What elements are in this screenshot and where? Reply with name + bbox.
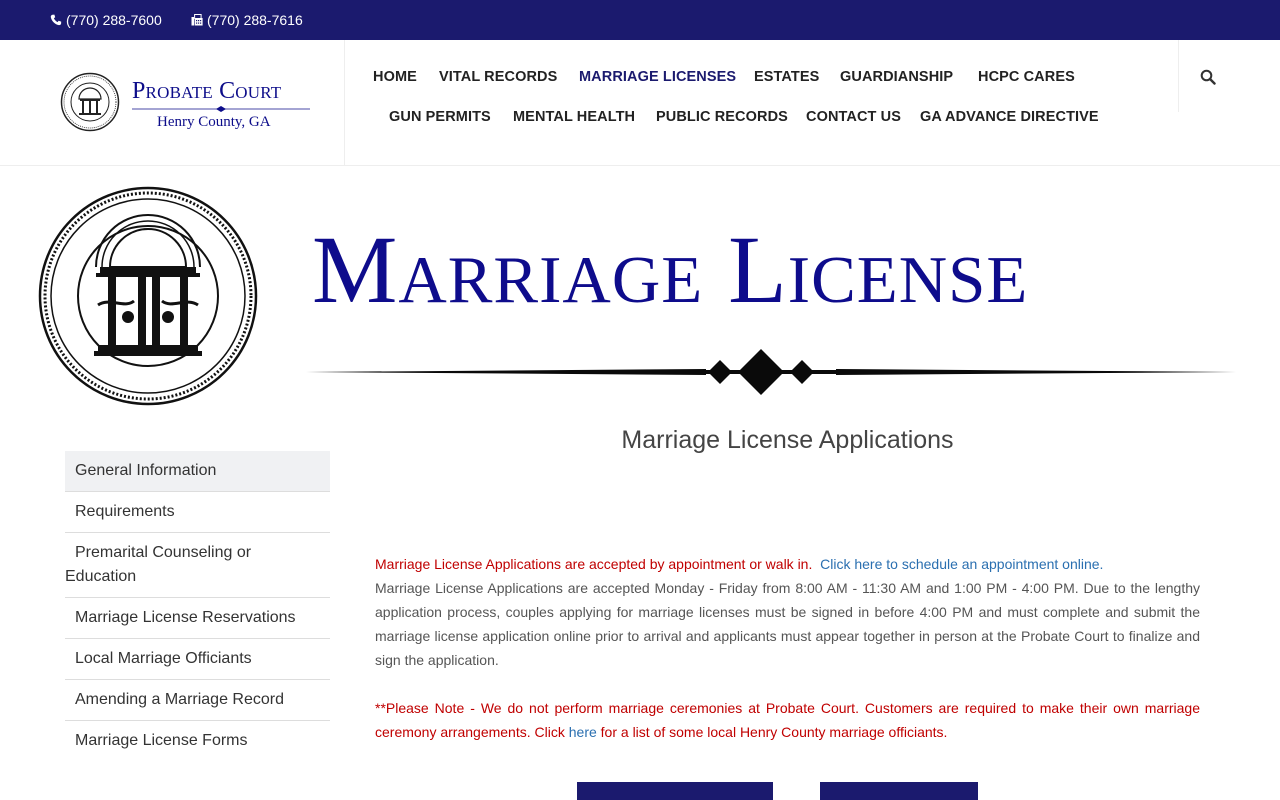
- banner-divider: [306, 349, 1236, 395]
- nav-vital-records[interactable]: VITAL RECORDS: [439, 69, 557, 85]
- nav-hcpc-cares[interactable]: HCPC CARES: [978, 69, 1075, 85]
- fax-number: (770) 288-7616: [207, 12, 303, 28]
- schedule-appointment-link[interactable]: Click here to schedule an appointment on…: [820, 556, 1103, 572]
- sidebar-item-requirements[interactable]: Requirements: [65, 492, 330, 533]
- court-seal-large-icon: [38, 186, 258, 406]
- header-divider-right: [1178, 40, 1179, 112]
- sidebar-item-license-forms[interactable]: Marriage License Forms: [65, 721, 330, 762]
- banner-title: Marriage License: [312, 216, 1029, 323]
- fax-icon: [191, 14, 203, 26]
- nav-ga-advance-directive[interactable]: GA ADVANCE DIRECTIVE: [920, 109, 1099, 125]
- site-header: Probate Court Henry County, GA HOME VITA…: [0, 40, 1280, 166]
- fax-contact[interactable]: (770) 288-7616: [191, 12, 303, 28]
- phone-number: (770) 288-7600: [66, 12, 162, 28]
- appointment-notice: Marriage License Applications are accept…: [375, 556, 813, 572]
- sidebar-item-license-reservations[interactable]: Marriage License Reservations: [65, 598, 330, 639]
- sidebar-menu: General Information Requirements Premari…: [65, 451, 330, 762]
- nav-guardianship[interactable]: GUARDIANSHIP: [840, 69, 953, 85]
- nav-gun-permits[interactable]: GUN PERMITS: [389, 109, 491, 125]
- content-heading: Marriage License Applications: [621, 426, 954, 454]
- sidebar-item-amending-record[interactable]: Amending a Marriage Record: [65, 680, 330, 721]
- nav-marriage-licenses[interactable]: MARRIAGE LICENSES: [579, 69, 736, 85]
- ceremony-note-tail: for a list of some local Henry County ma…: [596, 724, 948, 740]
- nav-public-records[interactable]: PUBLIC RECORDS: [656, 109, 788, 125]
- sidebar-item-premarital-counseling[interactable]: Premarital Counseling or Education: [65, 533, 330, 598]
- phone-icon: [50, 14, 62, 26]
- nav-contact-us[interactable]: CONTACT US: [806, 109, 901, 125]
- phone-contact[interactable]: (770) 288-7600: [50, 12, 162, 28]
- ceremony-note: **Please Note - We do not perform marria…: [375, 696, 1200, 744]
- nav-mental-health[interactable]: MENTAL HEALTH: [513, 109, 635, 125]
- action-button-left[interactable]: [577, 782, 773, 800]
- court-seal-small-icon: [60, 72, 120, 132]
- sidebar-item-local-officiants[interactable]: Local Marriage Officiants: [65, 639, 330, 680]
- logo-subtitle: Henry County, GA: [157, 114, 271, 130]
- sidebar-item-general-information[interactable]: General Information: [65, 451, 330, 492]
- logo-divider: [132, 106, 310, 112]
- nav-home[interactable]: HOME: [373, 69, 417, 85]
- logo-title: Probate Court: [132, 78, 282, 104]
- application-hours-paragraph: Marriage License Applications are accept…: [375, 580, 1200, 668]
- header-divider-left: [344, 40, 345, 166]
- action-button-right[interactable]: [820, 782, 978, 800]
- appointment-line: Marriage License Applications are accept…: [375, 552, 1200, 576]
- officiants-list-link[interactable]: here: [569, 724, 597, 740]
- nav-estates[interactable]: ESTATES: [754, 69, 819, 85]
- top-contact-bar: (770) 288-7600 (770) 288-7616: [0, 0, 1280, 40]
- search-icon[interactable]: [1200, 69, 1216, 85]
- site-logo[interactable]: Probate Court Henry County, GA: [60, 72, 310, 134]
